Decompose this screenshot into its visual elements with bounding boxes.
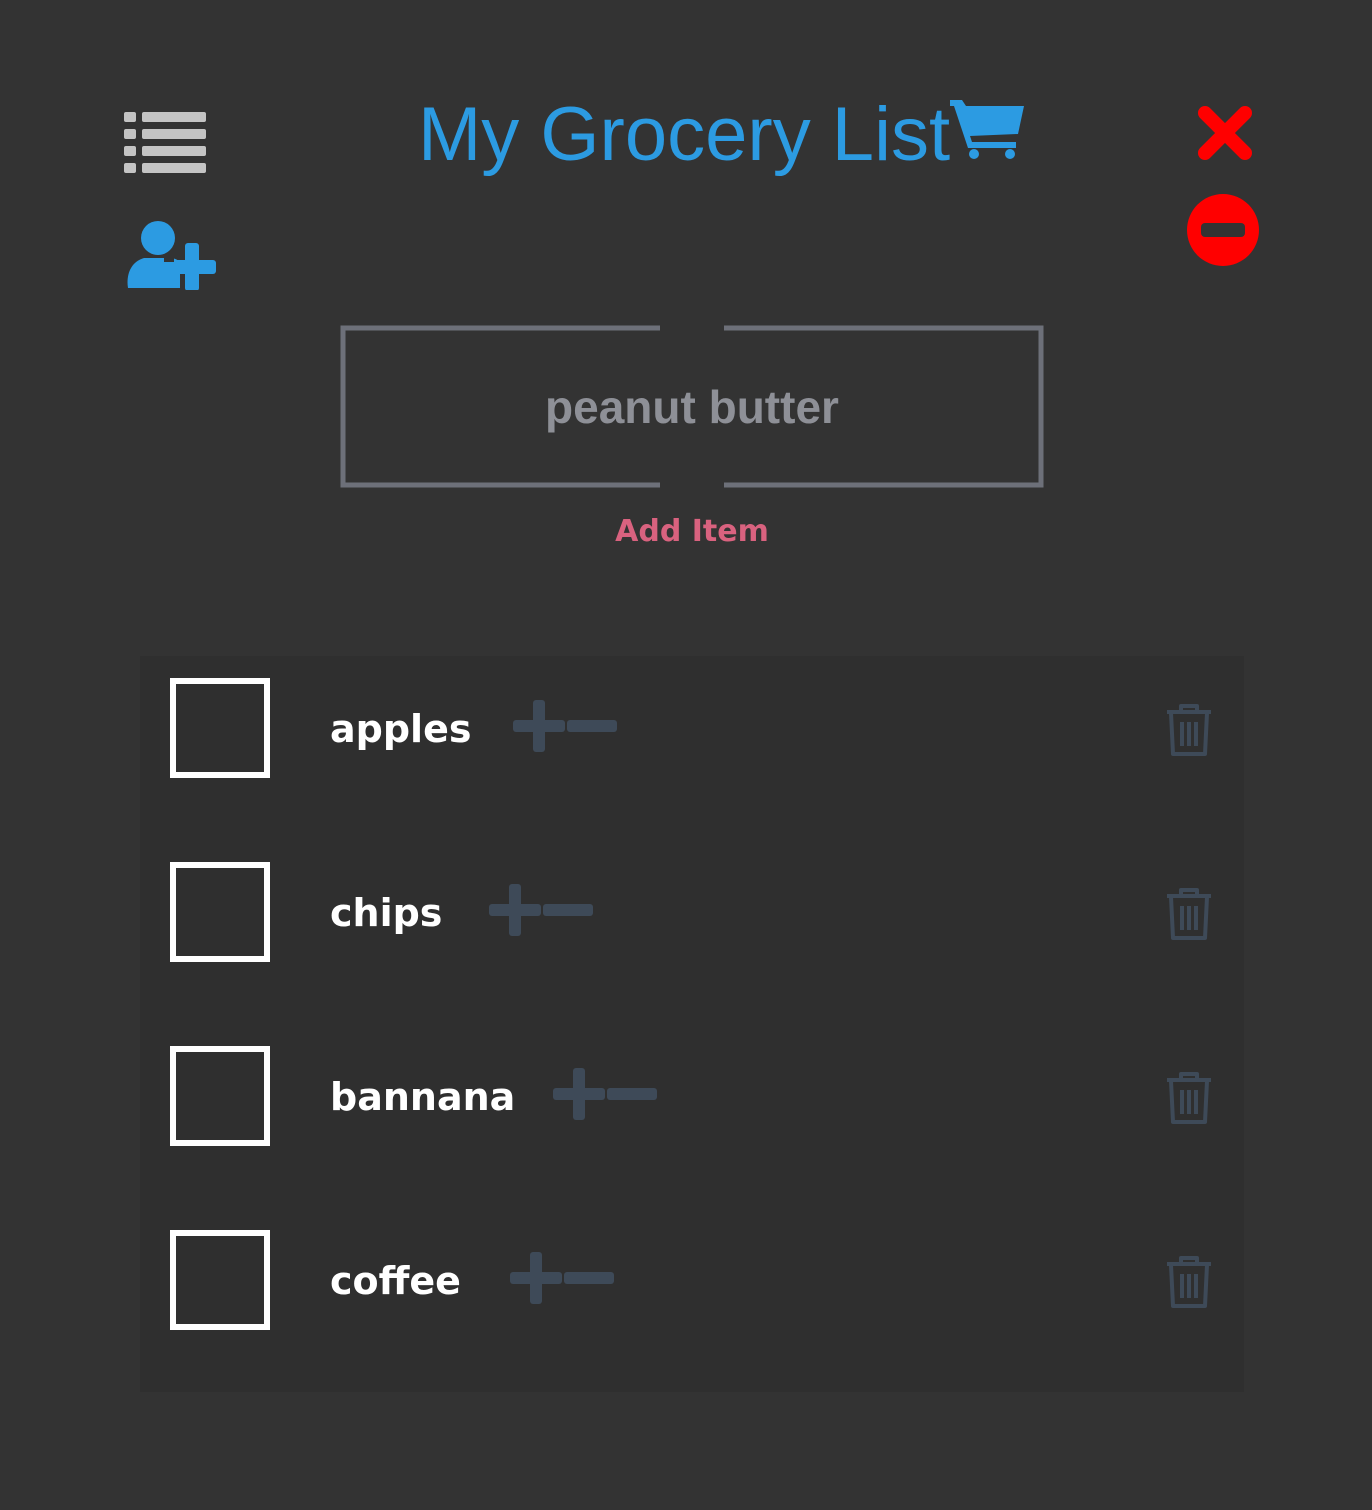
trash-icon[interactable] <box>1164 886 1214 942</box>
trash-icon[interactable] <box>1164 1070 1214 1126</box>
item-checkbox[interactable] <box>170 1046 270 1146</box>
minus-icon[interactable] <box>562 1252 614 1304</box>
shopping-cart-icon <box>950 100 1025 159</box>
plus-icon[interactable] <box>513 700 565 752</box>
quantity-controls <box>513 700 617 752</box>
close-icon[interactable] <box>1196 104 1254 162</box>
list-item: chips <box>140 840 1244 1024</box>
user-plus-icon[interactable] <box>124 220 216 290</box>
minus-icon[interactable] <box>605 1068 657 1120</box>
item-name: chips <box>330 891 443 935</box>
title-text: My Grocery List <box>418 91 951 177</box>
trash-icon[interactable] <box>1164 702 1214 758</box>
grocery-app: My Grocery List Add Item <box>0 0 1372 1510</box>
quantity-controls <box>489 884 593 936</box>
quantity-controls <box>553 1068 657 1120</box>
item-input-wrapper <box>340 325 1044 488</box>
add-item-button[interactable]: Add Item <box>540 514 844 549</box>
plus-icon[interactable] <box>489 884 541 936</box>
quantity-controls <box>510 1252 614 1304</box>
item-checkbox[interactable] <box>170 1230 270 1330</box>
trash-icon[interactable] <box>1164 1254 1214 1310</box>
item-checkbox[interactable] <box>170 678 270 778</box>
list-item: bannana <box>140 1024 1244 1208</box>
item-name: coffee <box>330 1259 461 1303</box>
list-item: apples <box>140 656 1244 840</box>
item-checkbox[interactable] <box>170 862 270 962</box>
grocery-list: apples chips bannana coffee <box>140 656 1244 1392</box>
item-name: bannana <box>330 1075 516 1119</box>
list-item: coffee <box>140 1208 1244 1392</box>
minus-icon[interactable] <box>565 700 617 752</box>
minus-circle-icon[interactable] <box>1186 193 1260 267</box>
plus-icon[interactable] <box>553 1068 605 1120</box>
list-icon[interactable] <box>124 110 208 176</box>
item-name: apples <box>330 707 472 751</box>
plus-icon[interactable] <box>510 1252 562 1304</box>
page-title: My Grocery List <box>418 86 1026 182</box>
minus-icon[interactable] <box>541 884 593 936</box>
item-input[interactable] <box>350 335 1034 478</box>
